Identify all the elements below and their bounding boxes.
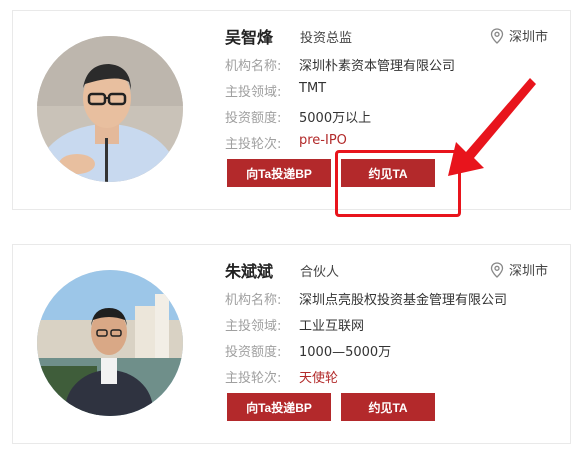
info-row-field: 主投领域: 工业互联网 (225, 315, 507, 341)
location-pin-icon (490, 27, 504, 44)
location-label: 深圳市 (508, 264, 548, 279)
row-value: 5000万以上 (299, 111, 372, 126)
row-value: 深圳朴素资本管理有限公司 (299, 59, 456, 74)
avatar[interactable] (37, 36, 183, 182)
info-row-round: 主投轮次: 天使轮 (225, 367, 507, 393)
row-value: 深圳点亮股权投资基金管理有限公司 (299, 293, 508, 308)
location-pin-icon (490, 261, 504, 278)
annotation-arrow-icon (448, 78, 536, 176)
investor-title: 合伙人 (300, 265, 340, 280)
row-label: 主投轮次: (225, 137, 282, 152)
avatar-photo (37, 270, 183, 416)
meet-button[interactable]: 约见TA (341, 393, 435, 421)
investor-title: 投资总监 (300, 31, 353, 46)
info-row-amount: 投资额度: 5000万以上 (225, 107, 455, 133)
info-row-institution: 机构名称: 深圳点亮股权投资基金管理有限公司 (225, 289, 507, 315)
location: 深圳市 (490, 260, 548, 279)
row-value: 天使轮 (299, 371, 339, 386)
location-label: 深圳市 (508, 30, 548, 45)
investor-name: 吴智烽 (225, 28, 274, 47)
row-label: 主投领域: (225, 319, 282, 334)
investor-name: 朱斌斌 (225, 262, 274, 281)
pitch-bp-button[interactable]: 向Ta投递BP (227, 393, 331, 421)
row-label: 机构名称: (225, 293, 282, 308)
info-row-field: 主投领域: TMT (225, 81, 455, 107)
location: 深圳市 (490, 26, 548, 45)
investor-card: 朱斌斌 合伙人 深圳市 机构名称: 深圳点亮股权投资基金管理有限公司 主投领域:… (12, 244, 571, 444)
row-value: 1000—5000万 (299, 345, 392, 360)
row-value: TMT (299, 81, 327, 96)
row-value: 工业互联网 (299, 319, 365, 334)
row-label: 主投轮次: (225, 371, 282, 386)
row-label: 主投领域: (225, 85, 282, 100)
row-label: 机构名称: (225, 59, 282, 74)
row-label: 投资额度: (225, 345, 282, 360)
avatar-photo (37, 36, 183, 182)
info-row-amount: 投资额度: 1000—5000万 (225, 341, 507, 367)
avatar[interactable] (37, 270, 183, 416)
row-label: 投资额度: (225, 111, 282, 126)
info-row-institution: 机构名称: 深圳朴素资本管理有限公司 (225, 55, 455, 81)
pitch-bp-button[interactable]: 向Ta投递BP (227, 159, 331, 187)
